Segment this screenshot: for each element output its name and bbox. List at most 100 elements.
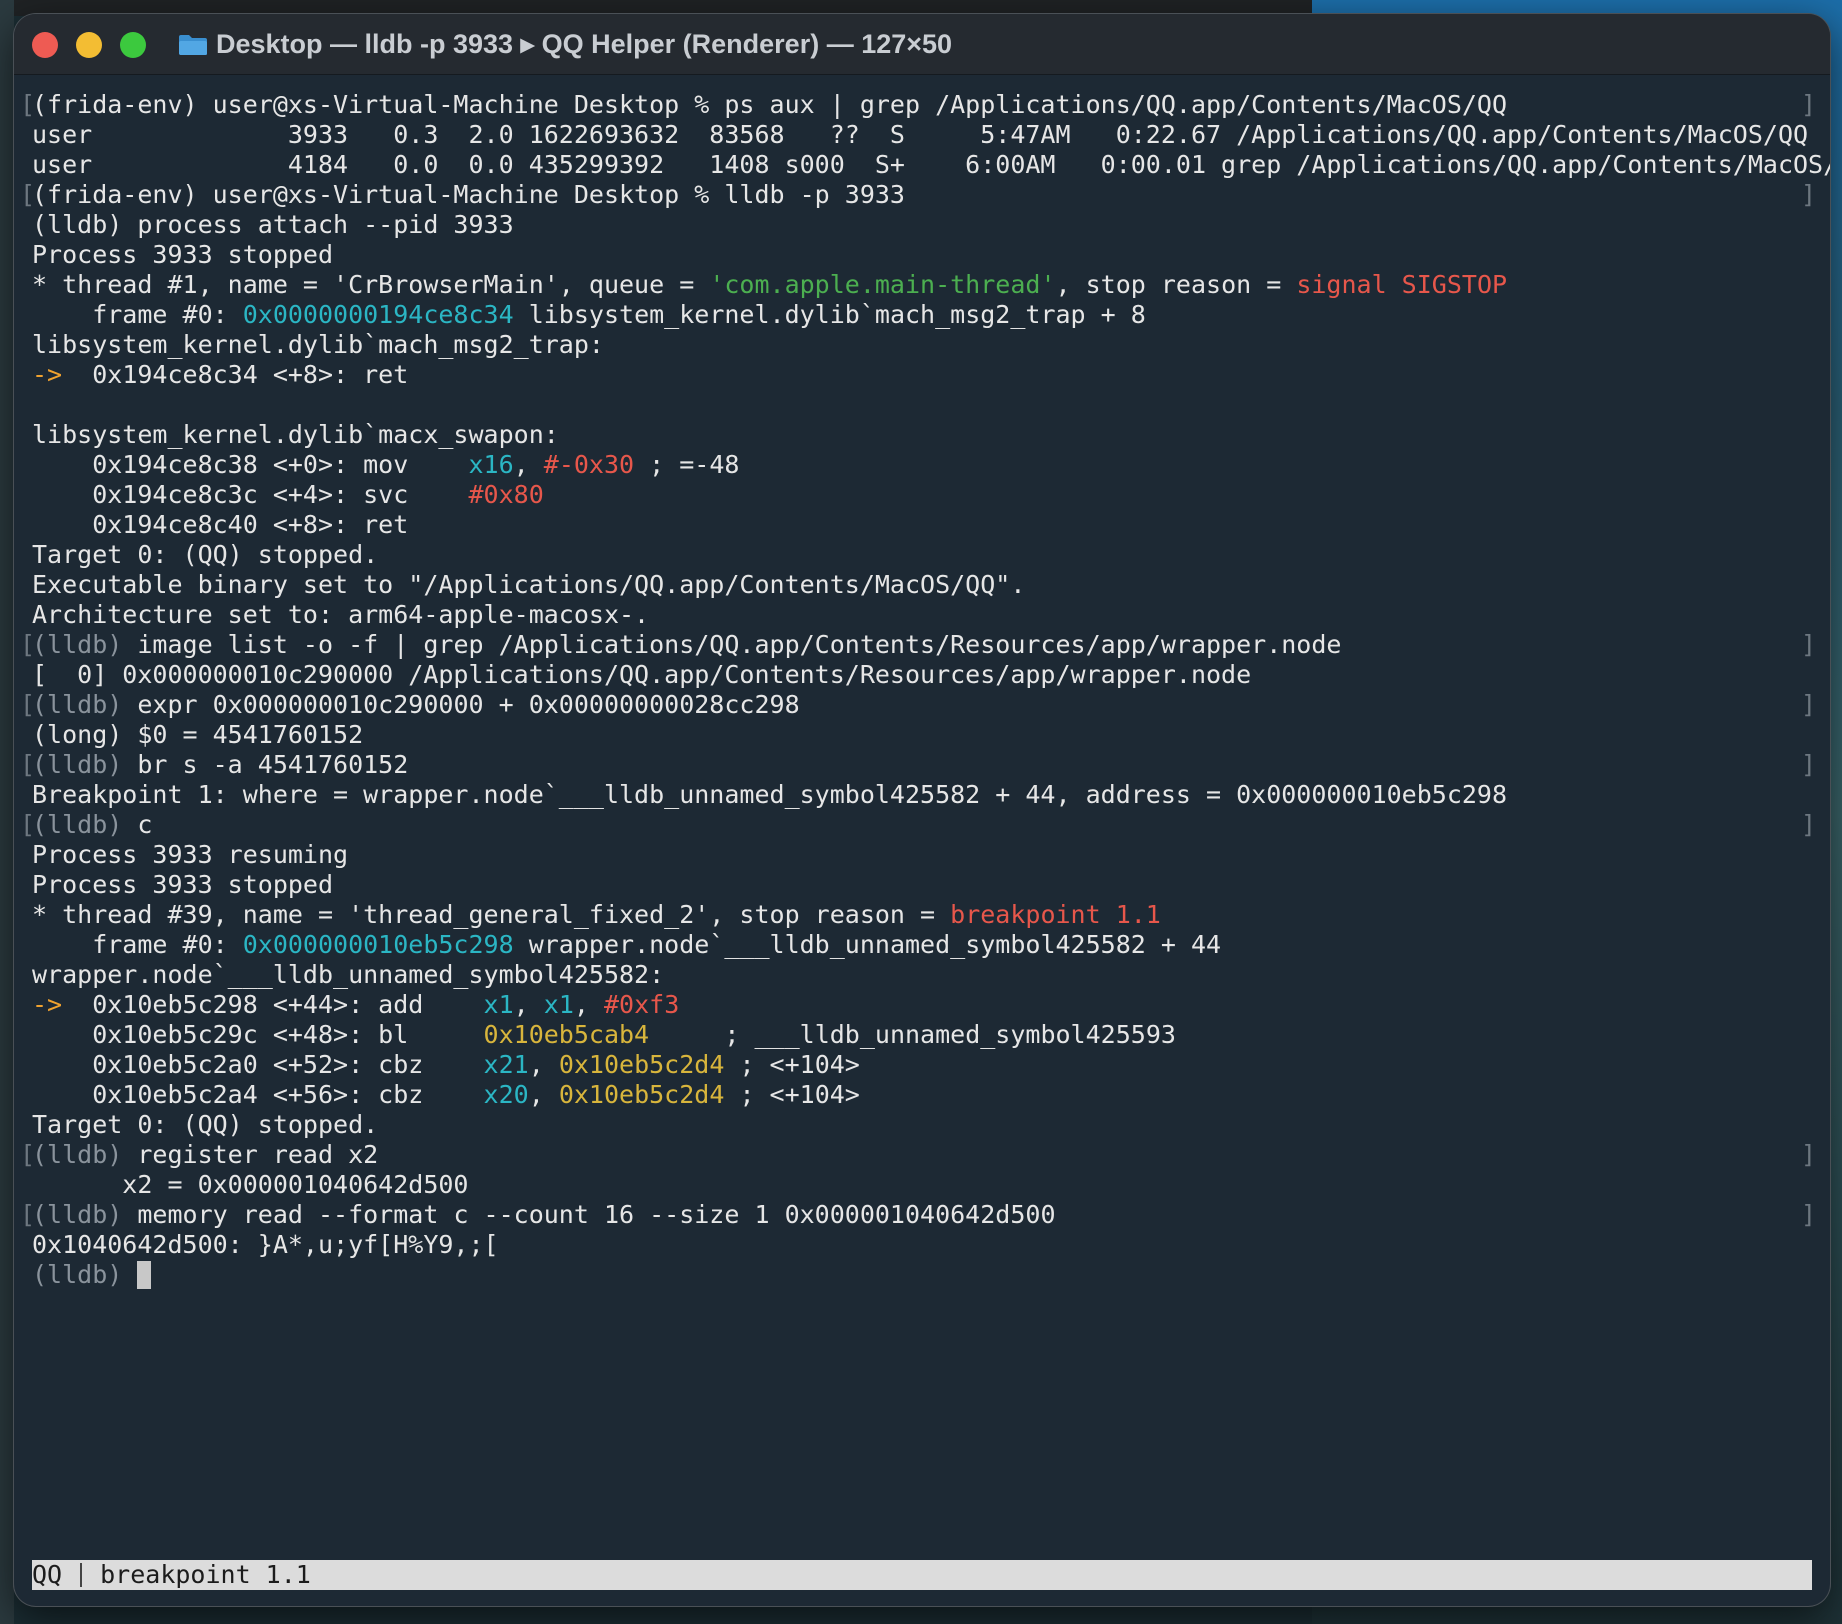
terminal-line: 0x10eb5c29c <+48>: bl 0x10eb5cab4 ; ___l… (14, 1020, 1830, 1050)
mark-bracket-right: ] (1800, 1200, 1816, 1229)
line-segment: x1 (483, 990, 514, 1019)
mark-bracket: [ (20, 690, 36, 719)
terminal-line: libsystem_kernel.dylib`macx_swapon: (14, 420, 1830, 450)
line-segment: 0x10eb5cab4 (483, 1020, 650, 1049)
terminal-line: user 4184 0.0 0.0 435299392 1408 s000 S+… (14, 150, 1830, 180)
terminal-line: [] (frida-env) user@xs-Virtual-Machine De… (14, 180, 1830, 210)
line-segment: #-0x30 (543, 450, 635, 479)
terminal-line: [] (frida-env) user@xs-Virtual-Machine De… (14, 90, 1830, 120)
line-segment: , (528, 1050, 559, 1079)
terminal-line: (lldb) (14, 1260, 1830, 1290)
line-segment: 0x194ce8c3c <+4>: svc (32, 480, 469, 509)
line-segment: (frida-env) user@xs-Virtual-Machine Desk… (32, 90, 1508, 119)
terminal-line: Breakpoint 1: where = wrapper.node`___ll… (14, 780, 1830, 810)
mark-bracket-right: ] (1800, 90, 1816, 119)
line-segment: memory read --format c --count 16 --size… (122, 1200, 1056, 1229)
terminal-line: frame #0: 0x000000010eb5c298 wrapper.nod… (14, 930, 1830, 960)
mark-bracket: [ (20, 750, 36, 779)
terminal-line: [] (lldb) expr 0x000000010c290000 + 0x000… (14, 690, 1830, 720)
terminal-line: libsystem_kernel.dylib`mach_msg2_trap: (14, 330, 1830, 360)
terminal-line: Target 0: (QQ) stopped. (14, 540, 1830, 570)
close-button[interactable] (32, 32, 58, 58)
mark-bracket-right: ] (1800, 750, 1816, 779)
line-segment: br s -a 4541760152 (122, 750, 409, 779)
terminal-line: 0x194ce8c38 <+0>: mov x16, #-0x30 ; =-48 (14, 450, 1830, 480)
line-segment: Architecture set to: arm64-apple-macosx-… (32, 600, 650, 629)
minimize-button[interactable] (76, 32, 102, 58)
zoom-button[interactable] (120, 32, 146, 58)
line-segment: (lldb) (32, 1200, 123, 1229)
line-segment: * thread #1, name = 'CrBrowserMain', que… (32, 270, 710, 299)
line-segment: #0x80 (468, 480, 544, 509)
line-segment: register read x2 (122, 1140, 379, 1169)
line-segment: Process 3933 resuming (32, 840, 349, 869)
line-segment: Process 3933 stopped (32, 240, 334, 269)
terminal-line: 0x10eb5c2a0 <+52>: cbz x21, 0x10eb5c2d4 … (14, 1050, 1830, 1080)
line-segment: x16 (468, 450, 514, 479)
line-segment: 0x0000000194ce8c34 (242, 300, 514, 329)
mark-bracket-right: ] (1800, 1140, 1816, 1169)
terminal-line: (lldb) process attach --pid 3933 (14, 210, 1830, 240)
terminal-line: 0x1040642d500: }A*,u;yf[H%Y9,;[ (14, 1230, 1830, 1260)
line-segment: Process 3933 stopped (32, 870, 334, 899)
line-segment: 0x10eb5c29c <+48>: bl (32, 1020, 484, 1049)
title-bar[interactable]: Desktop — lldb -p 3933 ▸ QQ Helper (Rend… (14, 14, 1830, 75)
line-segment: , stop reason = (1055, 270, 1297, 299)
line-segment: 0x10eb5c298 <+44>: add (62, 990, 484, 1019)
terminal-line: wrapper.node`___lldb_unnamed_symbol42558… (14, 960, 1830, 990)
desktop-wallpaper-left (0, 0, 14, 1624)
status-bar: QQ breakpoint 1.1 (32, 1560, 1812, 1590)
terminal-line: 0x194ce8c40 <+8>: ret (14, 510, 1830, 540)
line-segment: expr 0x000000010c290000 + 0x00000000028c… (122, 690, 800, 719)
line-segment: frame #0: (32, 930, 243, 959)
line-segment: (lldb) (32, 810, 123, 839)
line-segment: , (528, 1080, 559, 1109)
line-segment: x21 (483, 1050, 529, 1079)
line-segment: [ 0] 0x000000010c290000 /Applications/QQ… (32, 660, 1252, 689)
terminal-line: * thread #1, name = 'CrBrowserMain', que… (14, 270, 1830, 300)
terminal-line: frame #0: 0x0000000194ce8c34 libsystem_k… (14, 300, 1830, 330)
status-app: QQ (32, 1560, 63, 1589)
terminal-line: (long) $0 = 4541760152 (14, 720, 1830, 750)
mark-bracket: [ (20, 180, 36, 209)
terminal-line: [] (lldb) memory read --format c --count … (14, 1200, 1830, 1230)
line-segment: 0x194ce8c34 <+8>: ret (62, 360, 409, 389)
line-segment: image list -o -f | grep /Applications/QQ… (122, 630, 1342, 659)
line-segment: user 4184 0.0 0.0 435299392 1408 s000 S+… (32, 150, 1830, 179)
terminal-line: Process 3933 stopped (14, 870, 1830, 900)
terminal-line: -> 0x10eb5c298 <+44>: add x1, x1, #0xf3 (14, 990, 1830, 1020)
line-segment: c (122, 810, 153, 839)
terminal-line: -> 0x194ce8c34 <+8>: ret (14, 360, 1830, 390)
line-segment: 0x1040642d500: }A*,u;yf[H%Y9,;[ (32, 1230, 499, 1259)
terminal-line: [] (lldb) br s -a 4541760152 (14, 750, 1830, 780)
line-segment: x2 = 0x000001040642d500 (32, 1170, 469, 1199)
line-segment: (frida-env) user@xs-Virtual-Machine Desk… (32, 180, 905, 209)
line-segment: * thread #39, name = 'thread_general_fix… (32, 900, 951, 929)
line-segment: (lldb) (32, 690, 123, 719)
status-separator (80, 1563, 83, 1587)
line-segment: Target 0: (QQ) stopped. (32, 540, 379, 569)
line-segment: (lldb) (32, 1140, 123, 1169)
line-segment: user 3933 0.3 2.0 1622693632 83568 ?? S … (32, 120, 1809, 149)
line-segment: ; <+104> (724, 1080, 860, 1109)
line-segment: , (513, 450, 544, 479)
terminal-line: Executable binary set to "/Applications/… (14, 570, 1830, 600)
terminal-output[interactable]: [] (frida-env) user@xs-Virtual-Machine De… (14, 90, 1830, 1290)
line-segment: (long) $0 = 4541760152 (32, 720, 364, 749)
terminal-line: * thread #39, name = 'thread_general_fix… (14, 900, 1830, 930)
terminal-line: Process 3933 stopped (14, 240, 1830, 270)
line-segment: wrapper.node`___lldb_unnamed_symbol42558… (513, 930, 1222, 959)
mark-bracket: [ (20, 630, 36, 659)
terminal-line: [] (lldb) c (14, 810, 1830, 840)
line-segment: (lldb) (32, 630, 123, 659)
line-segment: Breakpoint 1: where = wrapper.node`___ll… (32, 780, 1508, 809)
line-segment: x20 (483, 1080, 529, 1109)
line-segment: , (513, 990, 544, 1019)
mark-bracket-right: ] (1800, 630, 1816, 659)
terminal-line: 0x194ce8c3c <+4>: svc #0x80 (14, 480, 1830, 510)
mark-bracket-right: ] (1800, 690, 1816, 719)
text-cursor (137, 1261, 152, 1289)
line-segment: 0x000000010eb5c298 (242, 930, 514, 959)
mark-bracket: [ (20, 1200, 36, 1229)
line-segment: wrapper.node`___lldb_unnamed_symbol42558… (32, 960, 665, 989)
